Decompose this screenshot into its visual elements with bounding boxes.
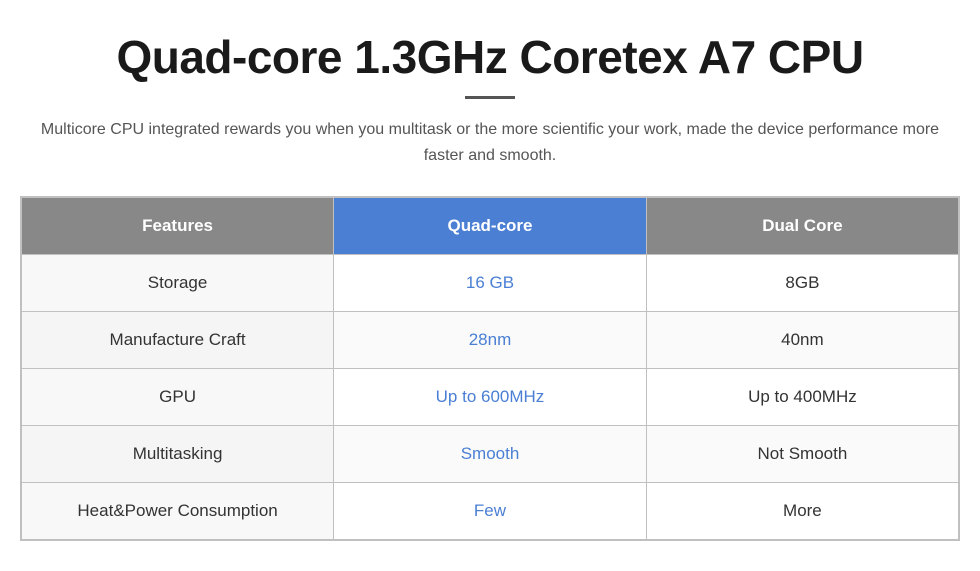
dual-value: 8GB — [646, 255, 959, 312]
dual-value: Up to 400MHz — [646, 369, 959, 426]
dual-value: 40nm — [646, 312, 959, 369]
table-row: Storage16 GB8GB — [21, 255, 959, 312]
title-divider — [465, 96, 515, 99]
comparison-table: Features Quad-core Dual Core Storage16 G… — [20, 196, 960, 541]
quad-value: Few — [334, 483, 647, 541]
table-row: MultitaskingSmoothNot Smooth — [21, 426, 959, 483]
dual-value: More — [646, 483, 959, 541]
feature-label: GPU — [21, 369, 334, 426]
page-title: Quad-core 1.3GHz Coretex A7 CPU — [116, 30, 863, 84]
feature-label: Storage — [21, 255, 334, 312]
feature-label: Manufacture Craft — [21, 312, 334, 369]
header-features: Features — [21, 197, 334, 255]
header-dualcore: Dual Core — [646, 197, 959, 255]
table-header-row: Features Quad-core Dual Core — [21, 197, 959, 255]
table-row: GPUUp to 600MHzUp to 400MHz — [21, 369, 959, 426]
quad-value: 16 GB — [334, 255, 647, 312]
table-row: Manufacture Craft28nm40nm — [21, 312, 959, 369]
quad-value: Smooth — [334, 426, 647, 483]
feature-label: Heat&Power Consumption — [21, 483, 334, 541]
quad-value: 28nm — [334, 312, 647, 369]
table-row: Heat&Power ConsumptionFewMore — [21, 483, 959, 541]
page-subtitle: Multicore CPU integrated rewards you whe… — [40, 117, 940, 168]
quad-value: Up to 600MHz — [334, 369, 647, 426]
header-quadcore: Quad-core — [334, 197, 647, 255]
dual-value: Not Smooth — [646, 426, 959, 483]
feature-label: Multitasking — [21, 426, 334, 483]
